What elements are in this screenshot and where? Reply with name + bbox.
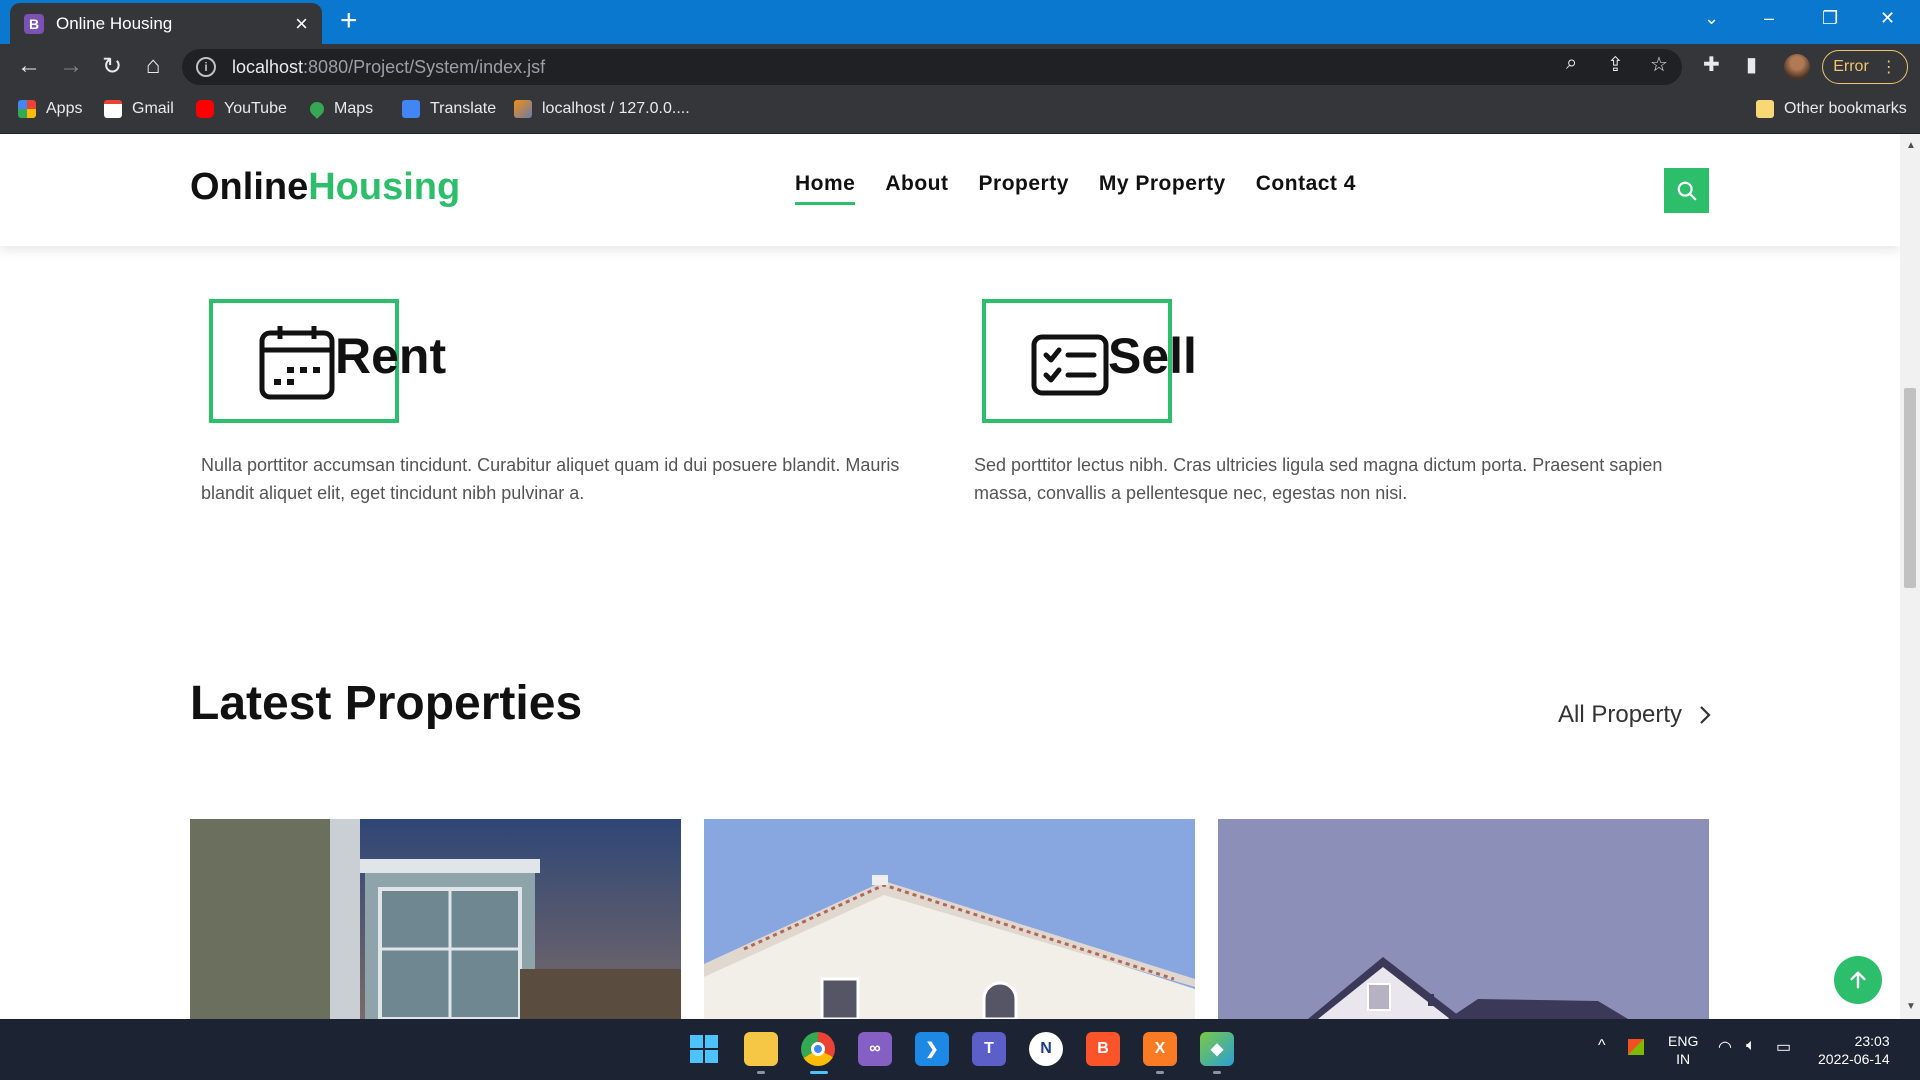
site-info-icon[interactable]: i: [196, 57, 216, 77]
netbeans-icon[interactable]: N: [1029, 1032, 1063, 1066]
tray-app-icon[interactable]: [1628, 1039, 1644, 1055]
bookmarks-bar: Apps Gmail YouTube Maps Translate localh…: [0, 90, 1920, 134]
bootstrap-favicon-icon: B: [24, 13, 44, 34]
scrollbar-thumb[interactable]: [1904, 388, 1916, 588]
bookmark-gmail[interactable]: Gmail: [104, 100, 174, 118]
bookmark-apps[interactable]: Apps: [18, 100, 82, 118]
brave-icon[interactable]: B: [1086, 1032, 1120, 1066]
other-bookmarks[interactable]: Other bookmarks: [1756, 100, 1907, 118]
folder-icon: [1756, 100, 1774, 118]
minimize-button[interactable]: –: [1764, 8, 1774, 29]
browser-toolbar: ← → ↻ ⌂ i localhost:8080/Project/System/…: [0, 44, 1920, 90]
all-property-link[interactable]: All Property: [1558, 701, 1712, 729]
forward-arrow-icon[interactable]: →: [56, 52, 86, 80]
volume-icon[interactable]: 🔈︎: [1746, 1037, 1756, 1055]
nav-contact[interactable]: Contact 4: [1256, 172, 1356, 205]
tab-search-chevron-icon[interactable]: ⌄: [1704, 8, 1719, 29]
battery-icon[interactable]: ▭: [1776, 1037, 1791, 1057]
scroll-up-arrow-icon[interactable]: ▲: [1906, 140, 1916, 151]
bookmark-maps[interactable]: Maps: [307, 99, 373, 119]
cube-app-icon[interactable]: ◆: [1200, 1032, 1234, 1066]
page-viewport: OnlineHousing Home About Property My Pro…: [0, 134, 1900, 1019]
restore-button[interactable]: ❐: [1822, 8, 1838, 29]
chrome-icon[interactable]: [801, 1032, 835, 1066]
bookmark-star-icon[interactable]: ☆: [1650, 52, 1668, 77]
bookmark-youtube[interactable]: YouTube: [196, 100, 287, 118]
youtube-icon: [196, 100, 214, 118]
windows-taskbar: ∞ ❯ T N B X ◆ ^ ENG IN ◠ 🔈︎ ▭ 23:03 2022…: [0, 1019, 1920, 1080]
bookmark-localhost[interactable]: localhost / 127.0.0....: [514, 100, 690, 118]
address-bar[interactable]: i localhost:8080/Project/System/index.js…: [182, 49, 1682, 85]
profile-avatar[interactable]: [1784, 54, 1810, 80]
more-menu-icon: ⋮: [1880, 59, 1897, 76]
nav-property[interactable]: Property: [979, 172, 1069, 205]
browser-tab-strip: B Online Housing × + ⌄ – ❐ ✕: [0, 0, 1920, 44]
service-title: Sell: [1108, 328, 1197, 384]
back-to-top-button[interactable]: [1834, 956, 1882, 1004]
close-window-button[interactable]: ✕: [1880, 8, 1895, 29]
bookmark-translate[interactable]: Translate: [402, 100, 496, 118]
search-button[interactable]: [1664, 168, 1709, 213]
property-card[interactable]: [1218, 819, 1709, 1019]
property-card[interactable]: [704, 819, 1195, 1019]
error-button[interactable]: Error ⋮: [1822, 50, 1908, 84]
reload-icon[interactable]: ↻: [97, 52, 127, 81]
service-description: Nulla porttitor accumsan tincidunt. Cura…: [201, 455, 900, 503]
back-arrow-icon[interactable]: ←: [14, 52, 44, 80]
service-title: Rent: [335, 328, 447, 384]
site-header: OnlineHousing Home About Property My Pro…: [0, 134, 1900, 246]
service-description: Sed porttitor lectus nibh. Cras ultricie…: [974, 455, 1663, 503]
share-icon[interactable]: ⇪: [1607, 52, 1624, 77]
tray-chevron-up-icon[interactable]: ^: [1598, 1037, 1606, 1055]
zoom-icon[interactable]: ⌕: [1566, 52, 1577, 75]
property-card[interactable]: [190, 819, 681, 1019]
scroll-down-arrow-icon[interactable]: ▼: [1906, 1001, 1916, 1012]
chevron-right-icon: [1700, 706, 1711, 724]
latest-properties-heading: Latest Properties: [190, 677, 583, 730]
nav-my-property[interactable]: My Property: [1099, 172, 1226, 205]
browser-tab[interactable]: B Online Housing ×: [10, 3, 322, 44]
clock[interactable]: 23:03 2022-06-14: [1818, 1032, 1890, 1068]
side-panel-icon[interactable]: ▮: [1746, 52, 1757, 77]
property-image: [190, 819, 681, 1019]
windows-start-icon[interactable]: [687, 1032, 721, 1066]
wifi-icon[interactable]: ◠: [1718, 1037, 1732, 1057]
property-image: [1218, 819, 1709, 1019]
nav-home[interactable]: Home: [795, 172, 856, 205]
new-tab-button[interactable]: +: [340, 6, 358, 36]
list-check-icon: [1031, 334, 1109, 396]
vscode-icon[interactable]: ❯: [915, 1032, 949, 1066]
property-image: [704, 819, 1195, 1019]
phpmyadmin-icon: [514, 100, 532, 118]
page-scrollbar[interactable]: ▲ ▼: [1900, 134, 1920, 1019]
main-nav: Home About Property My Property Contact …: [795, 172, 1356, 205]
calendar-icon: [259, 326, 335, 400]
home-icon[interactable]: ⌂: [138, 52, 168, 80]
visual-studio-icon[interactable]: ∞: [858, 1032, 892, 1066]
nav-about[interactable]: About: [885, 172, 948, 205]
file-explorer-icon[interactable]: [744, 1032, 778, 1066]
language-indicator[interactable]: ENG IN: [1668, 1032, 1698, 1068]
translate-icon: [402, 100, 420, 118]
maps-icon: [307, 99, 327, 119]
close-tab-icon[interactable]: ×: [295, 12, 308, 35]
gmail-icon: [104, 100, 122, 118]
apps-grid-icon: [18, 100, 36, 118]
url-text[interactable]: localhost:8080/Project/System/index.jsf: [232, 57, 545, 78]
site-logo[interactable]: OnlineHousing: [190, 166, 460, 209]
tab-title: Online Housing: [56, 13, 173, 33]
xampp-icon[interactable]: X: [1143, 1032, 1177, 1066]
search-icon: [1677, 181, 1696, 200]
teams-icon[interactable]: T: [972, 1032, 1006, 1066]
arrow-up-icon: [1850, 971, 1866, 989]
extensions-icon[interactable]: ✚: [1703, 52, 1720, 77]
